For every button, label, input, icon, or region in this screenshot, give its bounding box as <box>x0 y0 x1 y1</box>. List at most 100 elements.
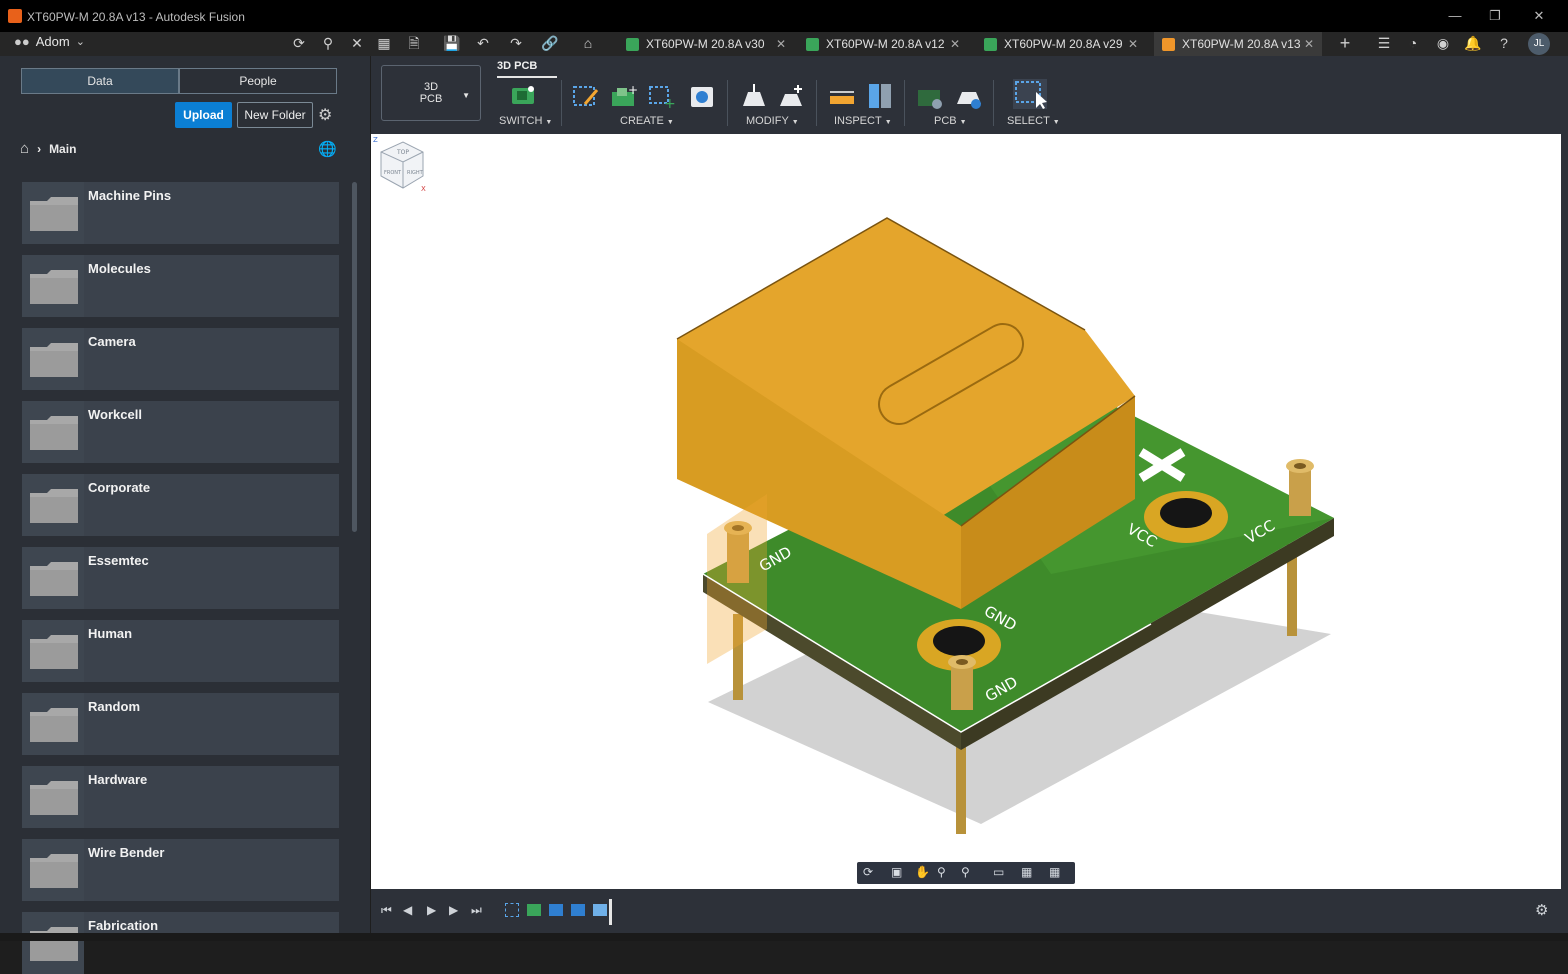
search-icon[interactable]: ⚲ <box>319 34 337 52</box>
folder-item[interactable]: Machine Pins <box>22 182 339 244</box>
window-select-icon[interactable] <box>1012 78 1048 110</box>
team-switcher[interactable]: ●● Adom ⌄ <box>14 34 85 49</box>
folder-item[interactable]: Camera <box>22 328 339 390</box>
timeline-sketch-feature-icon[interactable] <box>505 903 519 917</box>
tab-xt60-v12[interactable]: XT60PW-M 20.8A v12 ✕ <box>798 32 968 56</box>
timeline-settings-gear-icon[interactable]: ⚙ <box>1535 901 1548 919</box>
create-keepout-icon[interactable]: + <box>647 82 677 110</box>
home-icon[interactable]: ⌂ <box>20 140 29 157</box>
step-back-icon[interactable]: ◀ <box>403 903 412 917</box>
play-icon[interactable]: ▶ <box>427 903 436 917</box>
notifications-icon[interactable]: 🔔 <box>1464 34 1482 52</box>
tab-label: XT60PW-M 20.8A v12 <box>826 37 945 51</box>
3d-model-render[interactable]: GND GND GND VCC VCC <box>371 134 1561 889</box>
switch-group-label[interactable]: SWITCH ▼ <box>499 115 552 127</box>
timeline: ⏮ ◀ ▶ ▶ ⏭ ⚙ <box>371 889 1561 933</box>
create-component-icon[interactable]: + <box>609 82 639 110</box>
create-3d-package-icon[interactable] <box>687 82 717 110</box>
tab-3d-pcb[interactable]: 3D PCB <box>497 60 537 72</box>
undo-icon[interactable]: ↶ <box>474 34 492 52</box>
folder-item[interactable]: Molecules <box>22 255 339 317</box>
job-status-icon[interactable]: ◉ <box>1434 34 1452 52</box>
online-status-icon[interactable]: ◔ <box>1404 34 1422 52</box>
new-tab-icon[interactable]: + <box>1336 34 1354 52</box>
viewcube-right-label: RIGHT <box>407 170 424 176</box>
viewports-icon[interactable]: ▦ <box>1049 865 1060 879</box>
switch-to-pcb-icon[interactable] <box>509 82 539 110</box>
help-icon[interactable]: ? <box>1495 34 1513 52</box>
pcb-group-label[interactable]: PCB ▼ <box>934 115 967 127</box>
workspace-line2: PCB <box>419 93 443 105</box>
folder-item[interactable]: Hardware <box>22 766 339 828</box>
tab-xt60-v30[interactable]: XT60PW-M 20.8A v30 ✕ <box>618 32 794 56</box>
push-pull-icon[interactable] <box>738 82 768 110</box>
fit-icon[interactable]: ⚲ <box>961 865 970 879</box>
axis-x-label: X <box>421 185 426 192</box>
zoom-icon[interactable]: ⚲ <box>937 865 946 879</box>
link-icon[interactable]: 🔗 <box>541 34 559 52</box>
chevron-down-icon: ⌄ <box>75 36 85 48</box>
view-cube[interactable]: TOP FRONT RIGHT Z X <box>371 134 429 192</box>
step-forward-icon[interactable]: ▶ <box>449 903 458 917</box>
modify-group-label[interactable]: MODIFY ▼ <box>746 115 799 127</box>
close-tab-icon[interactable]: ✕ <box>950 37 960 51</box>
folder-item[interactable]: Wire Bender <box>22 839 339 901</box>
folder-list-scrollbar[interactable] <box>352 182 357 532</box>
folder-item[interactable]: Fabrication <box>22 912 339 974</box>
timeline-package-feature-icon[interactable] <box>549 904 563 916</box>
create-group-label[interactable]: CREATE ▼ <box>620 115 674 127</box>
avatar[interactable]: JL <box>1528 33 1550 55</box>
folder-item[interactable]: Essemtec <box>22 547 339 609</box>
close-window-button[interactable]: ✕ <box>1531 8 1547 24</box>
move-copy-icon[interactable] <box>776 82 806 110</box>
new-folder-button[interactable]: New Folder <box>237 102 313 128</box>
orbit-icon[interactable]: ⟳ <box>863 865 873 879</box>
folder-item[interactable]: Corporate <box>22 474 339 536</box>
3d-viewport[interactable]: GND GND GND VCC VCC TOP FRONT RIGHT Z X … <box>371 134 1561 889</box>
pcb-document-icon <box>984 37 997 51</box>
tab-people[interactable]: People <box>179 68 337 94</box>
refresh-icon[interactable]: ⟳ <box>290 34 308 52</box>
close-tab-icon[interactable]: ✕ <box>1128 37 1138 51</box>
restore-button[interactable]: ❐ <box>1487 8 1503 24</box>
pcb-push-icon[interactable] <box>915 82 945 110</box>
timeline-component-feature-icon[interactable] <box>593 904 607 916</box>
timeline-pcb-feature-icon[interactable] <box>527 904 541 916</box>
tab-xt60-v13[interactable]: XT60PW-M 20.8A v13 ✕ <box>1154 32 1322 56</box>
breadcrumb-main[interactable]: Main <box>49 142 76 156</box>
display-settings-icon[interactable]: ▭ <box>993 865 1004 879</box>
settings-gear-icon[interactable]: ⚙ <box>318 105 332 125</box>
tab-xt60-v29[interactable]: XT60PW-M 20.8A v29 ✕ <box>976 32 1146 56</box>
close-tab-icon[interactable]: ✕ <box>776 37 786 51</box>
file-menu-icon[interactable]: 🗎 <box>405 34 423 52</box>
tab-data[interactable]: Data <box>21 68 179 94</box>
select-group-label[interactable]: SELECT ▼ <box>1007 115 1060 127</box>
look-at-icon[interactable]: ▣ <box>891 865 902 879</box>
home-icon[interactable]: ⌂ <box>579 34 597 52</box>
pan-icon[interactable]: ✋ <box>915 865 930 879</box>
grid-apps-icon[interactable]: ▦ <box>375 34 393 52</box>
timeline-package-feature-icon[interactable] <box>571 904 585 916</box>
pcb-settings-icon[interactable] <box>954 82 984 110</box>
workspace-switcher[interactable]: 3D PCB ▼ <box>381 65 481 121</box>
redo-icon[interactable]: ↷ <box>507 34 525 52</box>
save-icon[interactable]: 💾 <box>443 34 461 52</box>
folder-item[interactable]: Workcell <box>22 401 339 463</box>
folder-name: Corporate <box>88 480 151 495</box>
sketch-board-outline-icon[interactable] <box>571 82 601 110</box>
folder-item[interactable]: Random <box>22 693 339 755</box>
grid-settings-icon[interactable]: ▦ <box>1021 865 1032 879</box>
measure-icon[interactable] <box>827 82 857 110</box>
close-tab-icon[interactable]: ✕ <box>1304 37 1314 51</box>
go-to-end-icon[interactable]: ⏭ <box>471 903 482 918</box>
folder-item[interactable]: Human <box>22 620 339 682</box>
extensions-icon[interactable]: ☰ <box>1375 34 1393 52</box>
inspect-group-label[interactable]: INSPECT ▼ <box>834 115 892 127</box>
globe-icon[interactable]: 🌐 <box>318 140 337 158</box>
upload-button[interactable]: Upload <box>175 102 232 128</box>
section-analysis-icon[interactable] <box>865 82 895 110</box>
minimize-button[interactable]: — <box>1447 8 1463 24</box>
go-to-start-icon[interactable]: ⏮ <box>381 903 392 918</box>
timeline-marker[interactable] <box>609 899 612 925</box>
close-panel-icon[interactable]: ✕ <box>348 34 366 52</box>
